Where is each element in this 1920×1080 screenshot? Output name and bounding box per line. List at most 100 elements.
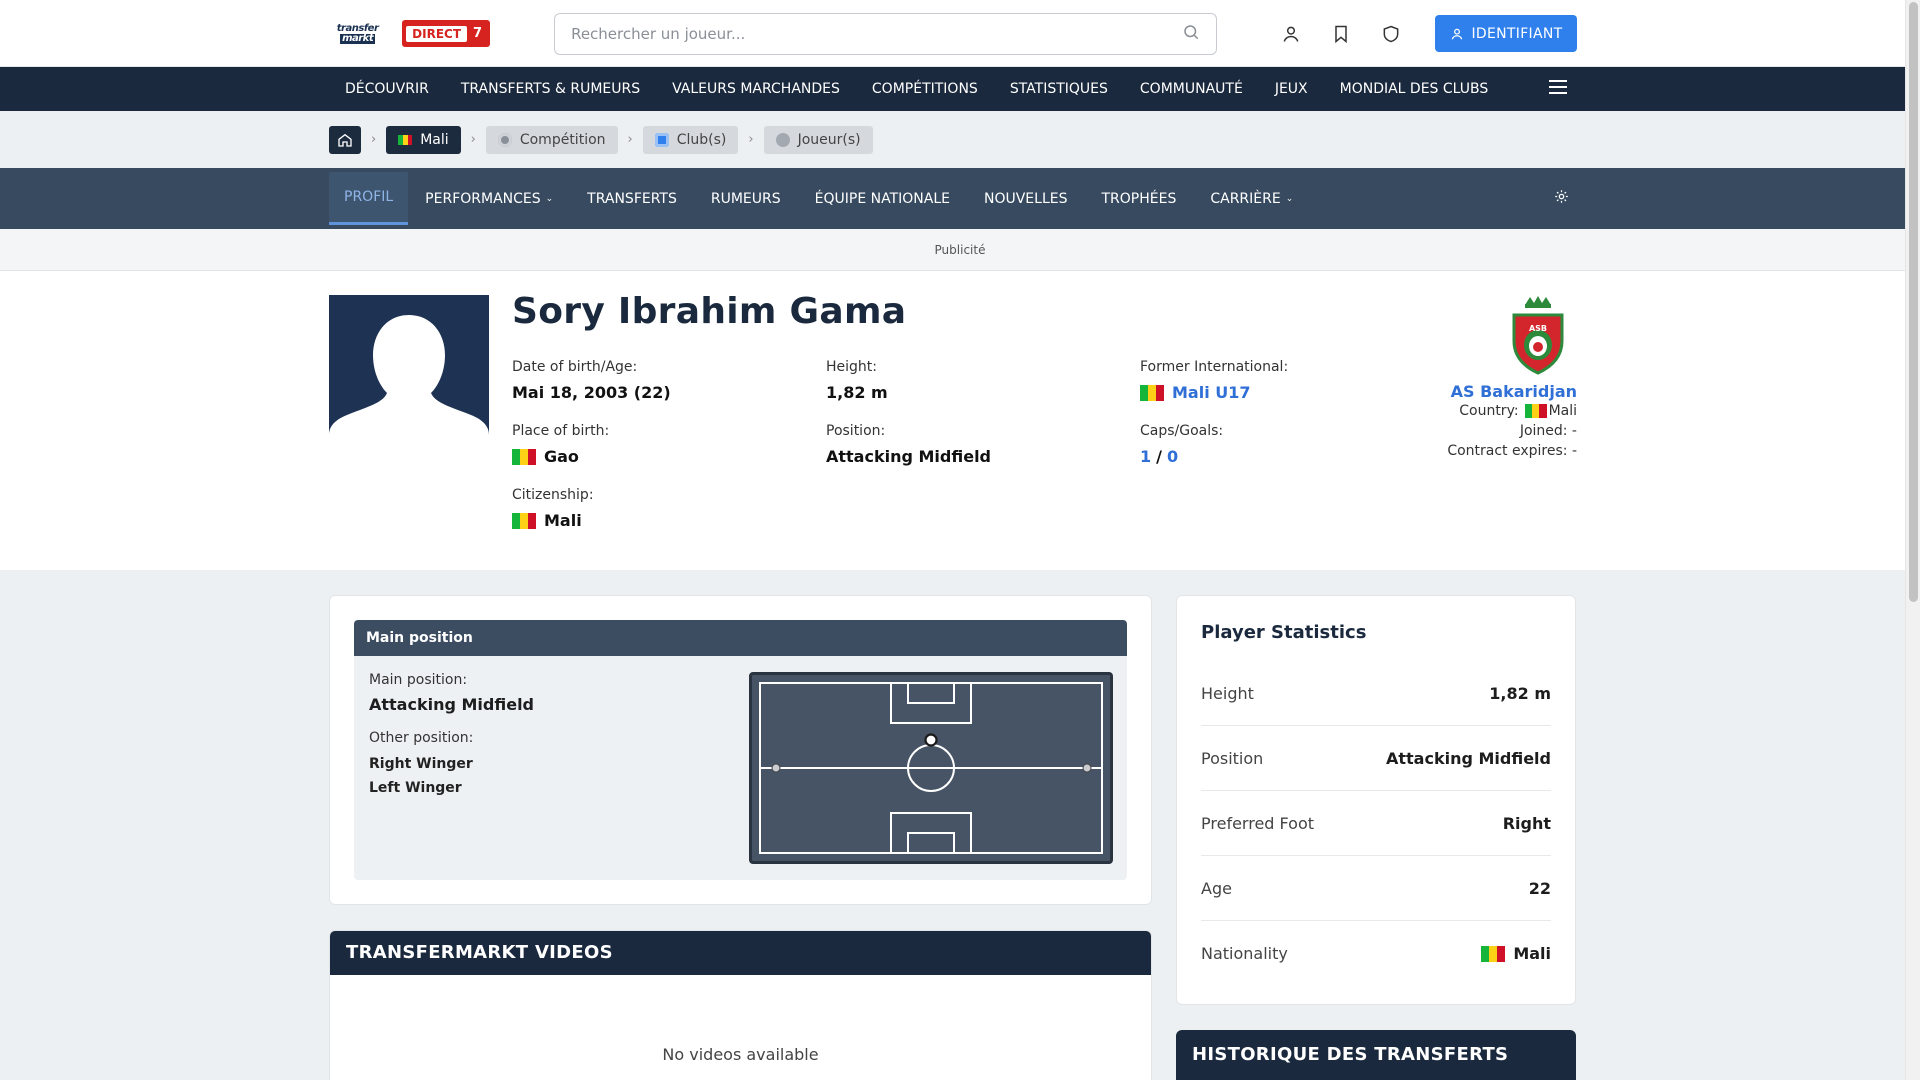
login-button[interactable]: IDENTIFIANT: [1435, 15, 1577, 52]
fact-height: Height: 1,82 m: [826, 359, 888, 402]
competition-icon: [497, 132, 512, 147]
breadcrumb-clubs[interactable]: Club(s): [642, 125, 739, 154]
pob-value: Gao: [512, 447, 609, 466]
nav-item-valeurs-marchandes[interactable]: VALEURS MARCHANDES: [656, 67, 856, 111]
breadcrumb-country[interactable]: Mali: [386, 125, 461, 154]
position-marker-attacking-midfield: [924, 733, 938, 747]
club-crest-icon[interactable]: ASB: [1509, 295, 1567, 375]
other-position-item: Right Winger: [369, 756, 473, 772]
tab-label: RUMEURS: [710, 190, 781, 207]
page-scrollbar[interactable]: [1905, 0, 1920, 1080]
fact-dob: Date of birth/Age: Mai 18, 2003 (22): [512, 359, 671, 402]
breadcrumb: › Mali › Compétition › Club(s) › Joueur(…: [0, 111, 1920, 168]
tab-label: PERFORMANCES: [425, 190, 541, 207]
club-icon: [654, 132, 669, 147]
goals-link[interactable]: 0: [1167, 447, 1178, 466]
stats-title: Player Statistics: [1201, 622, 1367, 643]
tab-rumeurs[interactable]: RUMEURS: [694, 168, 798, 229]
main-position-value: Attacking Midfield: [369, 695, 535, 714]
user-icon[interactable]: [1281, 24, 1301, 44]
main-navigation: DÉCOUVRIR TRANSFERTS & RUMEURS VALEURS M…: [0, 67, 1920, 111]
mali-flag-icon: [1481, 945, 1506, 962]
caps-goals-value: 1 / 0: [1140, 447, 1223, 466]
top-header: transfer markt DIRECT 7 IDENTI: [0, 0, 1920, 67]
breadcrumb-home[interactable]: [329, 125, 361, 154]
chevron-right-icon: ›: [748, 132, 754, 147]
tab-transferts[interactable]: TRANSFERTS: [570, 168, 694, 229]
club-crest-text: ASB: [1529, 324, 1547, 333]
tab-profil[interactable]: PROFIL: [329, 172, 409, 225]
header-icons: [1281, 24, 1401, 44]
chevron-right-icon: ›: [627, 132, 633, 147]
search-input[interactable]: [571, 24, 1183, 43]
caps-link[interactable]: 1: [1140, 447, 1151, 466]
videos-card: TRANSFERMARKT VIDEOS No videos available: [329, 930, 1152, 1080]
position-panel: Main position Main position: Attacking M…: [354, 620, 1127, 880]
stat-value: 1,82 m: [1489, 683, 1551, 703]
breadcrumb-clubs-label: Club(s): [676, 131, 727, 148]
dob-value: Mai 18, 2003 (22): [512, 383, 671, 402]
stat-label: Height: [1201, 683, 1254, 703]
nav-item-mondial-des-clubs[interactable]: MONDIAL DES CLUBS: [1324, 67, 1505, 111]
nav-item-decouvrir[interactable]: DÉCOUVRIR: [329, 67, 445, 111]
scrollbar-thumb[interactable]: [1909, 2, 1918, 602]
position-marker-right-winger: [1082, 763, 1092, 773]
caps-goals-label: Caps/Goals:: [1140, 423, 1224, 439]
breadcrumb-competition[interactable]: Compétition: [485, 125, 618, 154]
transfermarkt-logo[interactable]: transfer markt: [329, 22, 386, 46]
international-team-name: Mali U17: [1172, 383, 1251, 402]
club-country-value: Mali: [1548, 403, 1577, 419]
player-subnavigation: PROFIL PERFORMANCES ⌄ TRANSFERTS RUMEURS …: [0, 168, 1920, 229]
player-statistics-card: Player Statistics Height 1,82 m Position…: [1176, 595, 1576, 1005]
nav-item-statistiques[interactable]: STATISTIQUES: [994, 67, 1124, 111]
stat-label: Nationality: [1201, 944, 1288, 963]
club-name-link[interactable]: AS Bakaridjan: [1447, 382, 1577, 401]
citizenship-value: Mali: [512, 511, 594, 530]
nav-item-transferts-rumeurs[interactable]: TRANSFERTS & RUMEURS: [445, 67, 656, 111]
stat-value: 22: [1528, 878, 1551, 898]
stat-label: Age: [1201, 878, 1232, 898]
pob-label: Place of birth:: [512, 423, 610, 439]
bookmark-icon[interactable]: [1331, 24, 1351, 44]
live-scores-button[interactable]: DIRECT 7: [402, 20, 491, 47]
tab-carriere[interactable]: CARRIÈRE ⌄: [1193, 168, 1310, 229]
breadcrumb-players[interactable]: Joueur(s): [763, 125, 873, 154]
main-position-label: Main position:: [369, 672, 468, 688]
fact-citizenship: Citizenship: Mali: [512, 487, 594, 530]
chevron-right-icon: ›: [470, 132, 476, 147]
search-icon[interactable]: [1182, 23, 1200, 45]
position-label: Position:: [826, 423, 886, 439]
other-position-label: Other position:: [369, 730, 474, 746]
breadcrumb-competition-label: Compétition: [519, 131, 606, 148]
live-label: DIRECT: [406, 25, 468, 42]
caps-separator: /: [1156, 447, 1162, 466]
nav-item-jeux[interactable]: JEUX: [1259, 67, 1324, 111]
international-team-link[interactable]: Mali U17: [1140, 383, 1288, 402]
fact-international: Former International: Mali U17: [1140, 359, 1288, 402]
gear-icon[interactable]: [1554, 189, 1569, 208]
nationality-text: Mali: [1513, 944, 1551, 963]
shield-icon[interactable]: [1381, 24, 1401, 44]
breadcrumb-country-label: Mali: [420, 131, 449, 148]
menu-icon[interactable]: [1549, 80, 1567, 98]
club-country-label: Country:: [1459, 403, 1519, 419]
position-pitch-diagram: [749, 672, 1113, 864]
stat-row-nationality: Nationality Mali: [1201, 921, 1551, 986]
tab-trophees[interactable]: TROPHÉES: [1084, 168, 1193, 229]
stat-row-age: Age 22: [1201, 856, 1551, 921]
position-details: Main position: Attacking Midfield Other …: [369, 672, 534, 800]
tab-label: TRANSFERTS: [587, 190, 677, 207]
fact-place-of-birth: Place of birth: Gao: [512, 423, 609, 466]
home-icon: [338, 133, 352, 147]
other-positions-list: Right Winger Left Winger: [369, 752, 534, 800]
login-label: IDENTIFIANT: [1471, 25, 1563, 42]
tab-nouvelles[interactable]: NOUVELLES: [967, 168, 1085, 229]
tab-equipe-nationale[interactable]: ÉQUIPE NATIONALE: [798, 168, 967, 229]
club-country: Country: Mali: [1447, 401, 1577, 421]
tab-performances[interactable]: PERFORMANCES ⌄: [408, 168, 570, 229]
nav-item-competitions[interactable]: COMPÉTITIONS: [856, 67, 994, 111]
nav-item-communaute[interactable]: COMMUNAUTÉ: [1124, 67, 1259, 111]
stat-label: Position: [1201, 748, 1264, 768]
breadcrumb-players-label: Joueur(s): [797, 131, 861, 148]
stat-row-preferred-foot: Preferred Foot Right: [1201, 791, 1551, 856]
